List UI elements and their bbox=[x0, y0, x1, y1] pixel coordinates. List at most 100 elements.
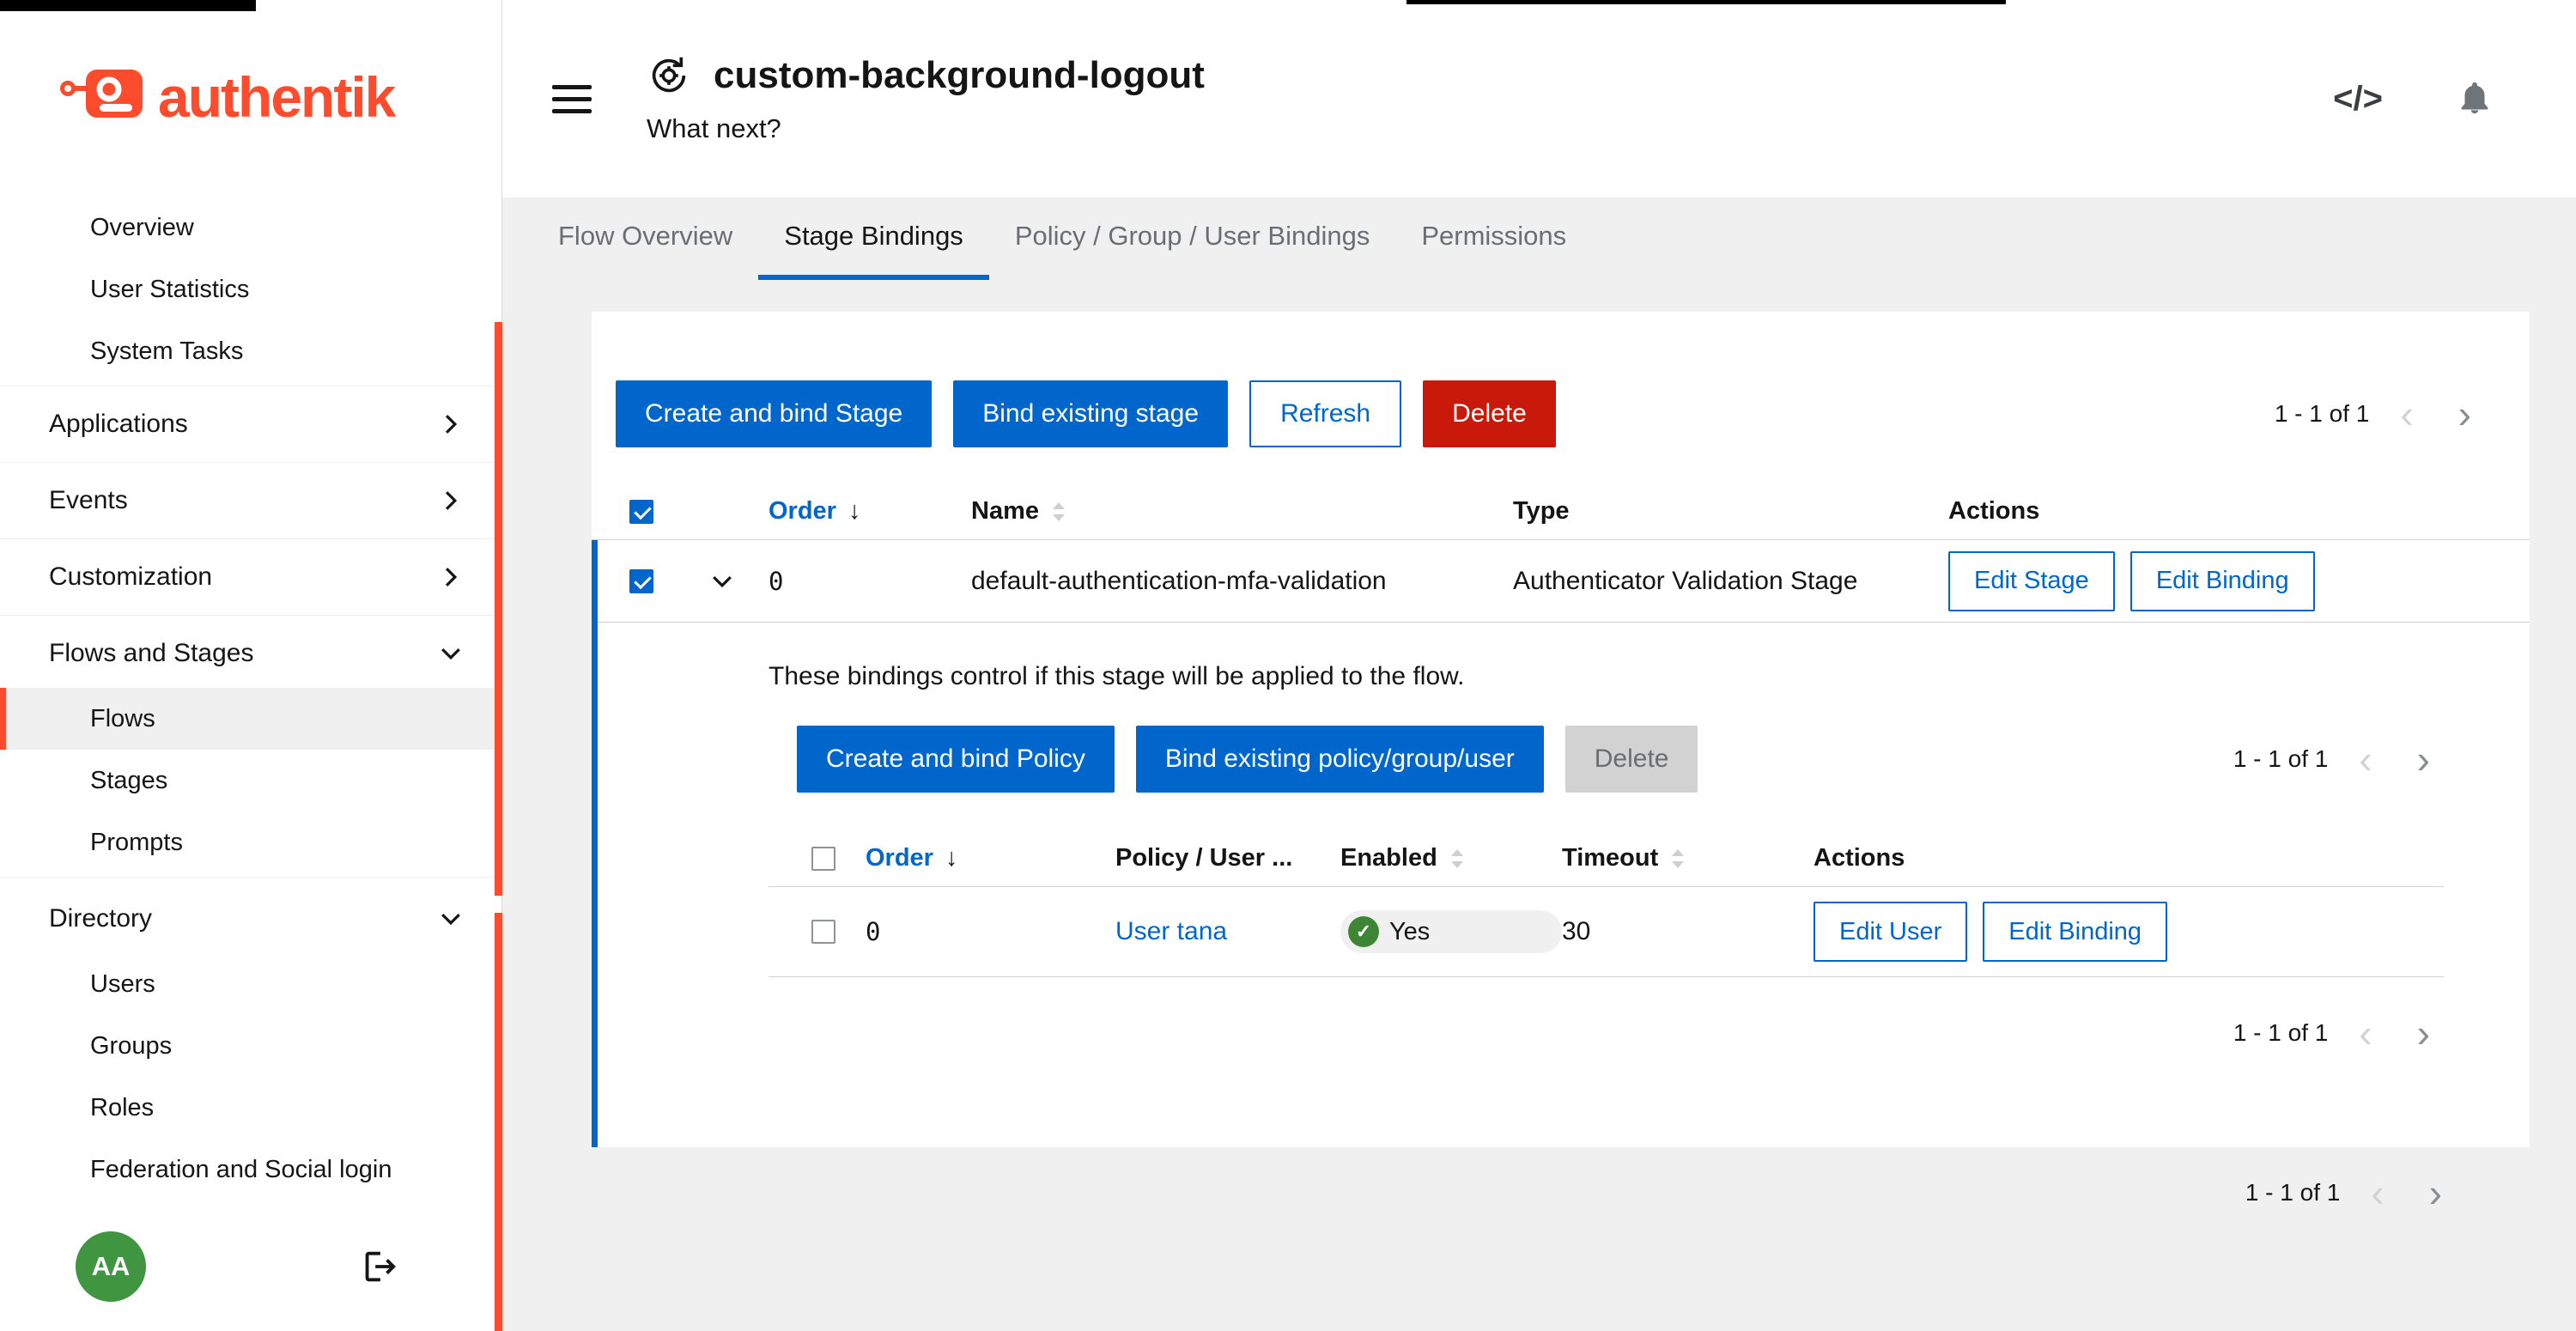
user-link[interactable]: User tana bbox=[1115, 917, 1340, 946]
window-edge-artifact-center bbox=[1406, 0, 2006, 4]
select-all-checkbox[interactable] bbox=[811, 847, 835, 871]
hamburger-menu-icon[interactable] bbox=[552, 85, 592, 113]
delete-policy-button[interactable]: Delete bbox=[1565, 726, 1698, 793]
sidebar-item-label: Groups bbox=[90, 1032, 462, 1061]
nav-section-directory: Directory Users Groups Roles Federation … bbox=[0, 877, 501, 1202]
tab-label: Permissions bbox=[1421, 221, 1566, 252]
delete-stage-button[interactable]: Delete bbox=[1423, 380, 1556, 447]
column-label: Order bbox=[769, 497, 836, 526]
chevron-left-icon: ‹ bbox=[2371, 1170, 2384, 1215]
policy-bottom-pagination: 1 - 1 of 1 ‹ › bbox=[769, 1013, 2444, 1053]
authentik-logo-icon bbox=[60, 66, 146, 128]
cell-order: 0 bbox=[769, 567, 971, 596]
edit-binding-button[interactable]: Edit Binding bbox=[1983, 902, 2167, 962]
sidebar-footer: AA bbox=[0, 1202, 501, 1331]
cell-timeout: 30 bbox=[1562, 917, 1814, 946]
sort-icon bbox=[1049, 500, 1068, 524]
sidebar-item-label: Federation and Social login bbox=[90, 1156, 462, 1184]
row-checkbox[interactable] bbox=[811, 920, 835, 944]
authentik-logo[interactable]: authentik bbox=[0, 0, 501, 193]
create-and-bind-policy-button[interactable]: Create and bind Policy bbox=[797, 726, 1115, 793]
pagination-label: 1 - 1 of 1 bbox=[2275, 400, 2370, 428]
sidebar-item-label: Flows bbox=[90, 705, 462, 733]
refresh-button[interactable]: Refresh bbox=[1249, 380, 1401, 447]
tab-stage-bindings[interactable]: Stage Bindings bbox=[758, 198, 989, 280]
sidebar-item-overview[interactable]: Overview bbox=[0, 197, 501, 258]
tab-bar: Flow Overview Stage Bindings Policy / Gr… bbox=[502, 198, 2576, 280]
column-header-policy: Policy / User ... bbox=[1115, 844, 1340, 872]
stage-table-row: 0 default-authentication-mfa-validation … bbox=[598, 540, 2530, 623]
sidebar-item-groups[interactable]: Groups bbox=[0, 1015, 501, 1077]
expanded-row-wrap: 0 default-authentication-mfa-validation … bbox=[592, 540, 2530, 1147]
sidebar-item-users[interactable]: Users bbox=[0, 953, 501, 1015]
avatar[interactable]: AA bbox=[76, 1231, 146, 1302]
chevron-right-icon: › bbox=[2417, 1011, 2430, 1055]
notification-bell-icon[interactable] bbox=[2455, 79, 2494, 119]
select-all-checkbox[interactable] bbox=[629, 500, 653, 524]
sidebar-item-federation-social-login[interactable]: Federation and Social login bbox=[0, 1139, 501, 1200]
policy-table-row: 0 User tana ✓ Yes 30 Edit User Edit Bind… bbox=[769, 887, 2444, 977]
pagination-prev-button[interactable]: ‹ bbox=[2357, 1173, 2397, 1212]
column-header-name[interactable]: Name bbox=[971, 497, 1513, 526]
sidebar-item-user-statistics[interactable]: User Statistics bbox=[0, 258, 501, 320]
column-header-order[interactable]: Order ↓ bbox=[866, 844, 1115, 872]
sidebar-item-flows[interactable]: Flows bbox=[0, 688, 501, 750]
sidebar-item-system-tasks[interactable]: System Tasks bbox=[0, 320, 501, 382]
pagination-next-button[interactable]: › bbox=[2403, 739, 2444, 779]
chevron-right-icon bbox=[440, 489, 462, 512]
page-header: custom-background-logout What next? </> bbox=[502, 0, 2576, 198]
tab-permissions[interactable]: Permissions bbox=[1395, 198, 1592, 280]
policy-toolbar: Create and bind Policy Bind existing pol… bbox=[769, 726, 2444, 793]
policy-pagination: 1 - 1 of 1 ‹ › bbox=[2233, 739, 2444, 779]
column-label: Enabled bbox=[1340, 844, 1437, 872]
edit-user-button[interactable]: Edit User bbox=[1814, 902, 1967, 962]
edit-stage-button[interactable]: Edit Stage bbox=[1948, 551, 2115, 611]
sidebar-item-flows-and-stages[interactable]: Flows and Stages bbox=[0, 619, 501, 688]
sidebar-nav: Overview User Statistics System Tasks Ap… bbox=[0, 193, 501, 1202]
column-header-timeout[interactable]: Timeout bbox=[1562, 844, 1814, 872]
sidebar-item-roles[interactable]: Roles bbox=[0, 1077, 501, 1139]
pagination-prev-button[interactable]: ‹ bbox=[2345, 1013, 2385, 1053]
column-header-actions: Actions bbox=[1814, 844, 2444, 872]
sidebar-item-events[interactable]: Events bbox=[0, 466, 501, 535]
column-header-type: Type bbox=[1513, 497, 1948, 526]
pagination-label: 1 - 1 of 1 bbox=[2245, 1179, 2341, 1206]
pagination-prev-button[interactable]: ‹ bbox=[2386, 394, 2427, 434]
enabled-status-badge: ✓ Yes bbox=[1340, 910, 1562, 953]
tab-label: Flow Overview bbox=[558, 221, 732, 252]
tab-flow-overview[interactable]: Flow Overview bbox=[532, 198, 758, 280]
window-edge-artifact-left bbox=[0, 0, 256, 11]
column-label: Name bbox=[971, 497, 1039, 526]
sidebar-item-prompts[interactable]: Prompts bbox=[0, 811, 501, 873]
bind-existing-stage-button[interactable]: Bind existing stage bbox=[953, 380, 1228, 447]
sidebar-scrollbar[interactable] bbox=[495, 913, 502, 1331]
nav-section-events: Events bbox=[0, 462, 501, 538]
stage-table-header: Order ↓ Name Type Actions bbox=[592, 483, 2530, 540]
sidebar-scrollbar[interactable] bbox=[495, 322, 502, 896]
row-checkbox[interactable] bbox=[629, 569, 653, 593]
sidebar-item-label: User Statistics bbox=[90, 276, 462, 304]
pagination-prev-button[interactable]: ‹ bbox=[2345, 739, 2385, 779]
sidebar-item-applications[interactable]: Applications bbox=[0, 390, 501, 459]
pagination-next-button[interactable]: › bbox=[2403, 1013, 2444, 1053]
tab-policy-group-user-bindings[interactable]: Policy / Group / User Bindings bbox=[989, 198, 1396, 280]
main-area: custom-background-logout What next? </> … bbox=[502, 0, 2576, 1331]
pagination-next-button[interactable]: › bbox=[2445, 394, 2485, 434]
logout-icon[interactable] bbox=[359, 1247, 398, 1286]
page-subtitle: What next? bbox=[647, 113, 2333, 144]
sort-desc-icon: ↓ bbox=[945, 844, 958, 872]
bind-existing-policy-button[interactable]: Bind existing policy/group/user bbox=[1136, 726, 1544, 793]
page-title: custom-background-logout bbox=[714, 54, 1205, 97]
column-label: Timeout bbox=[1562, 844, 1658, 872]
sidebar-item-customization[interactable]: Customization bbox=[0, 543, 501, 611]
policy-bindings-description: These bindings control if this stage wil… bbox=[769, 662, 2444, 691]
row-expander-button[interactable] bbox=[711, 570, 769, 593]
api-code-icon[interactable]: </> bbox=[2333, 80, 2383, 119]
column-header-order[interactable]: Order ↓ bbox=[769, 497, 971, 526]
pagination-next-button[interactable]: › bbox=[2415, 1173, 2456, 1212]
edit-binding-button[interactable]: Edit Binding bbox=[2130, 551, 2315, 611]
column-header-enabled[interactable]: Enabled bbox=[1340, 844, 1562, 872]
create-and-bind-stage-button[interactable]: Create and bind Stage bbox=[616, 380, 932, 447]
sidebar-item-directory[interactable]: Directory bbox=[0, 884, 501, 953]
sidebar-item-stages[interactable]: Stages bbox=[0, 750, 501, 811]
